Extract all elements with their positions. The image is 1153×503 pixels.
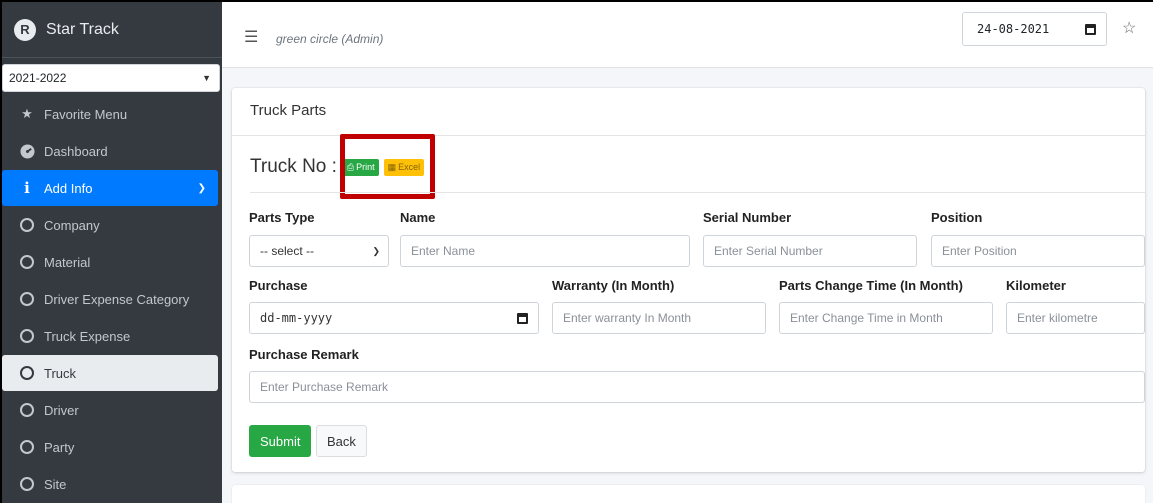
position-placeholder: Enter Position bbox=[942, 244, 1017, 258]
brand-name: Star Track bbox=[46, 20, 119, 38]
chevron-down-icon: ❯ bbox=[372, 245, 380, 256]
purchase-label: Purchase bbox=[249, 278, 308, 293]
parts-type-label: Parts Type bbox=[249, 210, 315, 225]
circle-icon bbox=[18, 366, 36, 380]
date-input[interactable]: 24-08-2021 bbox=[962, 12, 1107, 46]
sidebar: R Star Track 2021-2022 ▼ ★ Favorite Menu… bbox=[2, 2, 222, 503]
sidebar-item-label: Truck Expense bbox=[44, 328, 131, 344]
warranty-label: Warranty (In Month) bbox=[552, 278, 675, 293]
sidebar-nav: ★ Favorite Menu Dashboard i Add Info ❯ C… bbox=[2, 96, 222, 502]
calendar-icon[interactable] bbox=[1085, 23, 1096, 35]
sidebar-item-label: Truck bbox=[44, 365, 77, 381]
top-navbar: ☰ green circle (Admin) 24-08-2021 ☆ bbox=[222, 2, 1153, 68]
purchase-remark-label: Purchase Remark bbox=[249, 347, 359, 362]
sidebar-item-truck[interactable]: Truck bbox=[2, 355, 218, 391]
warranty-input[interactable]: Enter warranty In Month bbox=[552, 302, 766, 334]
chevron-down-icon: ❯ bbox=[197, 182, 206, 194]
circle-icon bbox=[18, 329, 36, 343]
circle-icon bbox=[18, 440, 36, 454]
sidebar-item-material[interactable]: Material bbox=[2, 244, 222, 280]
name-label: Name bbox=[400, 210, 436, 225]
back-button[interactable]: Back bbox=[316, 425, 367, 457]
menu-icon[interactable]: ☰ bbox=[244, 27, 258, 47]
parts-change-time-label: Parts Change Time (In Month) bbox=[779, 278, 963, 293]
name-placeholder: Enter Name bbox=[411, 244, 476, 258]
name-input[interactable]: Enter Name bbox=[400, 235, 690, 267]
sidebar-item-truck-expense[interactable]: Truck Expense bbox=[2, 318, 222, 354]
divider bbox=[250, 192, 1145, 193]
info-icon: i bbox=[24, 179, 30, 197]
circle-icon bbox=[18, 292, 36, 306]
sidebar-item-label: Add Info bbox=[44, 180, 93, 196]
sidebar-item-driver[interactable]: Driver bbox=[2, 392, 222, 428]
year-select[interactable]: 2021-2022 ▼ bbox=[2, 64, 220, 92]
circle-icon bbox=[18, 477, 36, 491]
truck-parts-card: Truck Parts Truck No : ⎙ Print ▦ Excel P… bbox=[232, 88, 1145, 472]
purchase-date-input[interactable]: dd-mm-yyyy bbox=[249, 302, 539, 334]
sidebar-item-add-info[interactable]: i Add Info ❯ bbox=[2, 170, 218, 206]
sidebar-item-label: Party bbox=[44, 439, 75, 455]
current-user: green circle (Admin) bbox=[276, 32, 384, 46]
circle-icon bbox=[18, 403, 36, 417]
serial-number-label: Serial Number bbox=[703, 210, 792, 225]
position-input[interactable]: Enter Position bbox=[931, 235, 1145, 267]
sidebar-item-site[interactable]: Site bbox=[2, 466, 222, 502]
dashboard-icon bbox=[18, 143, 36, 159]
circle-icon bbox=[18, 255, 36, 269]
truck-no-label: Truck No : bbox=[250, 156, 337, 177]
kilometer-input[interactable]: Enter kilometre bbox=[1006, 302, 1145, 334]
annotation-highlight-box bbox=[340, 134, 435, 199]
sidebar-item-company[interactable]: Company bbox=[2, 207, 222, 243]
parts-change-time-placeholder: Enter Change Time in Month bbox=[790, 311, 943, 325]
brand-logo: R bbox=[14, 18, 36, 41]
sidebar-item-label: Favorite Menu bbox=[44, 106, 128, 122]
warranty-placeholder: Enter warranty In Month bbox=[563, 311, 692, 325]
secondary-card bbox=[232, 485, 1145, 503]
chevron-down-icon: ▼ bbox=[202, 73, 211, 83]
kilometer-placeholder: Enter kilometre bbox=[1017, 311, 1098, 325]
parts-change-time-input[interactable]: Enter Change Time in Month bbox=[779, 302, 993, 334]
kilometer-label: Kilometer bbox=[1006, 278, 1066, 293]
sidebar-item-driver-expense-category[interactable]: Driver Expense Category bbox=[2, 281, 222, 317]
sidebar-item-label: Site bbox=[44, 476, 67, 492]
year-select-value: 2021-2022 bbox=[9, 71, 67, 85]
parts-type-select[interactable]: -- select -- ❯ bbox=[249, 235, 389, 267]
sidebar-item-label: Company bbox=[44, 217, 100, 233]
star-icon: ★ bbox=[21, 106, 33, 121]
purchase-date-value: dd-mm-yyyy bbox=[260, 311, 333, 325]
serial-number-input[interactable]: Enter Serial Number bbox=[703, 235, 917, 267]
circle-icon bbox=[18, 218, 36, 232]
submit-button[interactable]: Submit bbox=[249, 425, 312, 457]
calendar-icon[interactable] bbox=[517, 312, 528, 324]
sidebar-item-label: Material bbox=[44, 254, 91, 270]
sidebar-item-party[interactable]: Party bbox=[2, 429, 222, 465]
star-outline-icon[interactable]: ☆ bbox=[1122, 18, 1136, 38]
brand[interactable]: R Star Track bbox=[2, 2, 222, 58]
app-frame: R Star Track 2021-2022 ▼ ★ Favorite Menu… bbox=[2, 2, 1153, 503]
sidebar-item-label: Driver bbox=[44, 402, 79, 418]
purchase-remark-input[interactable]: Enter Purchase Remark bbox=[249, 371, 1145, 403]
sidebar-item-label: Driver Expense Category bbox=[44, 291, 190, 307]
sidebar-item-dashboard[interactable]: Dashboard bbox=[2, 133, 222, 169]
position-label: Position bbox=[931, 210, 983, 225]
purchase-remark-placeholder: Enter Purchase Remark bbox=[260, 380, 389, 394]
card-title: Truck Parts bbox=[232, 88, 1145, 136]
sidebar-item-favorite-menu[interactable]: ★ Favorite Menu bbox=[2, 96, 222, 132]
parts-type-value: -- select -- bbox=[260, 244, 314, 258]
serial-number-placeholder: Enter Serial Number bbox=[714, 244, 823, 258]
date-input-value: 24-08-2021 bbox=[977, 22, 1050, 36]
sidebar-item-label: Dashboard bbox=[44, 143, 108, 159]
